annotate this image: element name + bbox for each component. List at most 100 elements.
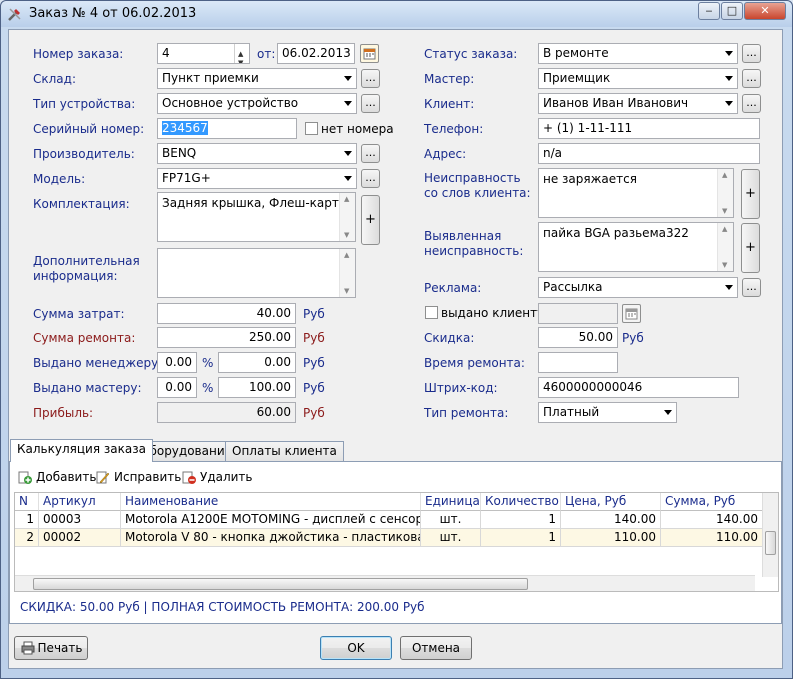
- warehouse-select[interactable]: Пункт приемки: [157, 68, 357, 89]
- maximize-button[interactable]: □: [721, 2, 743, 20]
- master-percent-input[interactable]: 0.00: [157, 377, 197, 398]
- fault-found-scrollbar[interactable]: [717, 223, 733, 271]
- profit-label: Прибыль:: [33, 406, 94, 420]
- chevron-down-icon: [725, 101, 733, 106]
- cell-sum: 140.00: [661, 511, 763, 529]
- add-icon: [18, 471, 32, 484]
- client-ellipsis-button[interactable]: ...: [742, 94, 761, 113]
- col-header-unit[interactable]: Единица: [421, 493, 481, 511]
- maker-ellipsis-button[interactable]: ...: [361, 144, 380, 163]
- date-from-label: от:: [257, 47, 276, 61]
- master-amount-input[interactable]: 100.00: [218, 377, 296, 398]
- tab-calculation[interactable]: Калькуляция заказа: [10, 439, 153, 462]
- address-input[interactable]: n/a: [538, 143, 760, 164]
- items-table[interactable]: N Артикул Наименование Единица Количеств…: [14, 492, 779, 592]
- repair-time-input[interactable]: [538, 352, 618, 373]
- chevron-down-icon: [725, 285, 733, 290]
- barcode-input[interactable]: 4600000000046: [538, 377, 739, 398]
- master-select[interactable]: Приемщик: [538, 68, 738, 89]
- address-label: Адрес:: [424, 147, 467, 161]
- profit-currency: Руб: [303, 406, 325, 420]
- cell-name: Motorola V 80 - кнопка джойстика - пласт…: [121, 529, 421, 547]
- order-number-input[interactable]: 4 ▲ ▼: [157, 43, 250, 64]
- repair-sum-input[interactable]: 250.00: [157, 327, 296, 348]
- repair-sum-currency: Руб: [303, 331, 325, 345]
- close-button[interactable]: ✕: [744, 2, 786, 20]
- no-number-checkbox[interactable]: [305, 122, 318, 135]
- fault-client-scrollbar[interactable]: [717, 169, 733, 217]
- extra-info-textarea[interactable]: [157, 248, 356, 298]
- edit-button[interactable]: Исправить: [94, 466, 181, 488]
- col-header-sum[interactable]: Сумма, Руб: [661, 493, 763, 511]
- status-select[interactable]: В ремонте: [538, 43, 738, 64]
- model-select[interactable]: FP71G+: [157, 168, 357, 189]
- order-date-input[interactable]: 06.02.2013: [277, 43, 355, 64]
- cell-qty: 1: [481, 511, 561, 529]
- master-paid-label: Выдано мастеру:: [33, 381, 142, 395]
- client-select[interactable]: Иванов Иван Иванович: [538, 93, 738, 114]
- ad-label: Реклама:: [424, 281, 482, 295]
- maker-select[interactable]: BENQ: [157, 143, 357, 164]
- ok-button[interactable]: OK: [320, 636, 392, 660]
- model-ellipsis-button[interactable]: ...: [361, 169, 380, 188]
- client-label: Клиент:: [424, 97, 475, 111]
- calendar-icon[interactable]: [622, 304, 641, 323]
- cell-article: 00003: [39, 511, 121, 529]
- device-type-ellipsis-button[interactable]: ...: [361, 94, 380, 113]
- chevron-down-icon: [344, 151, 352, 156]
- col-header-price[interactable]: Цена, Руб: [561, 493, 661, 511]
- table-horizontal-scrollbar[interactable]: [15, 575, 755, 591]
- cost-input[interactable]: 40.00: [157, 303, 296, 324]
- extra-info-scrollbar[interactable]: [339, 249, 355, 297]
- order-number-spinner[interactable]: ▲ ▼: [234, 44, 249, 63]
- col-header-n[interactable]: N: [15, 493, 39, 511]
- manager-percent-input[interactable]: 0.00: [157, 352, 197, 373]
- fault-found-textarea[interactable]: пайка BGA разьема322: [538, 222, 734, 272]
- serial-label: Серийный номер:: [33, 122, 145, 136]
- fault-client-add-button[interactable]: +: [741, 169, 760, 219]
- delete-button[interactable]: Удалить: [180, 466, 253, 488]
- serial-input[interactable]: 234567: [157, 118, 297, 139]
- extra-info-label: Дополнительная информация:: [33, 254, 140, 283]
- table-row[interactable]: 2 00002 Motorola V 80 - кнопка джойстика…: [15, 529, 763, 547]
- chevron-down-icon: [344, 101, 352, 106]
- printer-icon: [21, 641, 35, 655]
- table-vertical-scrollbar[interactable]: [762, 493, 778, 577]
- ad-select[interactable]: Рассылка: [538, 277, 738, 298]
- print-button[interactable]: Печать: [14, 636, 88, 660]
- manager-percent-sign: %: [202, 356, 214, 370]
- col-header-article[interactable]: Артикул: [39, 493, 121, 511]
- calendar-icon[interactable]: [360, 44, 379, 63]
- repair-type-select[interactable]: Платный: [538, 402, 677, 423]
- col-header-name[interactable]: Наименование: [121, 493, 421, 511]
- discount-input[interactable]: 50.00: [538, 327, 618, 348]
- status-ellipsis-button[interactable]: ...: [742, 44, 761, 63]
- tab-payments[interactable]: Оплаты клиента: [225, 441, 344, 462]
- add-button[interactable]: Добавить: [16, 466, 96, 488]
- cancel-button[interactable]: Отмена: [400, 636, 472, 660]
- master-ellipsis-button[interactable]: ...: [742, 69, 761, 88]
- issued-date-input[interactable]: [538, 303, 618, 324]
- cell-article: 00002: [39, 529, 121, 547]
- profit-value: 60.00: [157, 402, 296, 423]
- order-number-label: Номер заказа:: [33, 47, 124, 61]
- kit-add-button[interactable]: +: [361, 195, 380, 245]
- manager-amount-input[interactable]: 0.00: [218, 352, 296, 373]
- fault-client-textarea[interactable]: не заряжается: [538, 168, 734, 218]
- device-type-select[interactable]: Основное устройство: [157, 93, 357, 114]
- form-body: Номер заказа: 4 ▲ ▼ от: 06.02.2013 Склад:…: [8, 29, 783, 669]
- chevron-down-icon: [344, 176, 352, 181]
- maker-label: Производитель:: [33, 147, 135, 161]
- minimize-button[interactable]: ‒: [698, 2, 720, 20]
- kit-scrollbar[interactable]: [339, 193, 355, 241]
- warehouse-ellipsis-button[interactable]: ...: [361, 69, 380, 88]
- ad-ellipsis-button[interactable]: ...: [742, 278, 761, 297]
- fault-found-add-button[interactable]: +: [741, 223, 760, 273]
- kit-textarea[interactable]: Задняя крышка, Флеш-карта: [157, 192, 356, 242]
- col-header-qty[interactable]: Количество: [481, 493, 561, 511]
- kit-label: Комплектация:: [33, 197, 130, 211]
- phone-input[interactable]: + (1) 1-11-111: [538, 118, 760, 139]
- warehouse-label: Склад:: [33, 72, 76, 86]
- issued-checkbox[interactable]: [425, 306, 438, 319]
- cell-price: 110.00: [561, 529, 661, 547]
